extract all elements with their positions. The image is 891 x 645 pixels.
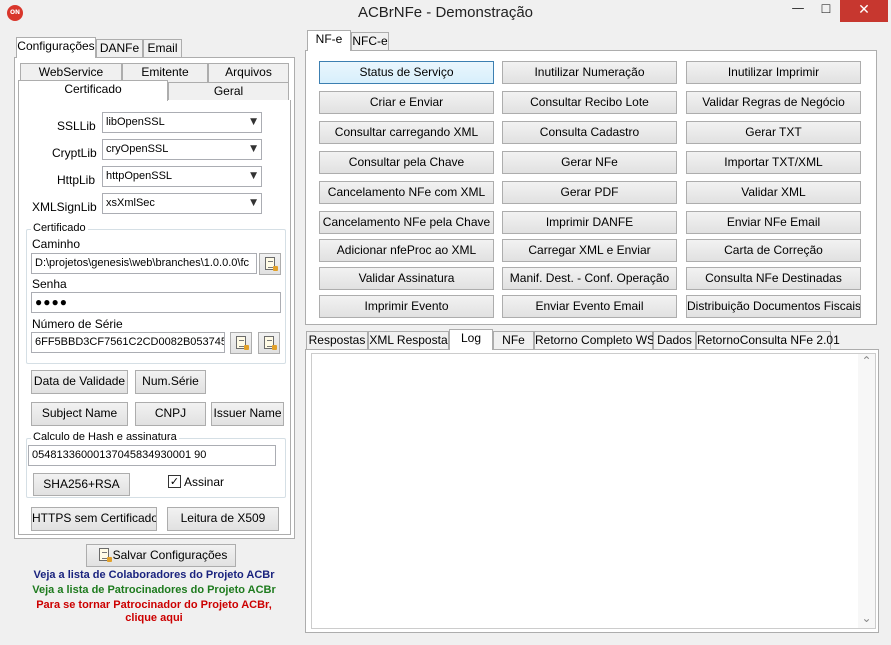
subject-name-button[interactable]: Subject Name xyxy=(31,402,128,426)
nfe-action-button[interactable]: Imprimir DANFE xyxy=(502,211,677,234)
certificado-group-title: Certificado xyxy=(31,222,88,234)
nfe-action-button[interactable]: Gerar PDF xyxy=(502,181,677,204)
hash-group-title: Calculo de Hash e assinatura xyxy=(31,431,179,443)
nfe-action-button[interactable]: Validar XML xyxy=(686,181,861,204)
document-icon xyxy=(264,336,277,350)
assinar-checkbox[interactable]: ✓ xyxy=(168,475,181,488)
httplib-value: httpOpenSSL xyxy=(106,170,173,182)
tab-xml-resposta[interactable]: XML Resposta xyxy=(368,331,449,350)
maximize-button[interactable]: ☐ xyxy=(812,0,840,22)
hash-input[interactable]: 05481336000137045834930001 90 xyxy=(28,445,276,466)
xmlsignlib-value: xsXmlSec xyxy=(106,197,155,209)
scroll-down-icon[interactable]: ⌄ xyxy=(858,611,875,627)
tornar-patrocinador-link[interactable]: Para se tornar Patrocinador do Projeto A… xyxy=(16,599,292,611)
tab-nfe-xml[interactable]: NFe xyxy=(493,331,534,350)
httplib-select[interactable]: httpOpenSSL ▼ xyxy=(102,166,262,187)
nfe-action-button[interactable]: Cancelamento NFe pela Chave xyxy=(319,211,494,234)
colaboradores-link[interactable]: Veja a lista de Colaboradores do Projeto… xyxy=(16,569,292,581)
salvar-configuracoes-button[interactable]: Salvar Configurações xyxy=(86,544,236,567)
tab-danfe[interactable]: DANFe xyxy=(96,39,143,58)
leitura-x509-button[interactable]: Leitura de X509 xyxy=(167,507,279,531)
cryptlib-label: CryptLib xyxy=(52,146,97,160)
nfe-action-button[interactable]: Gerar NFe xyxy=(502,151,677,174)
clique-aqui-link[interactable]: clique aqui xyxy=(16,612,292,624)
close-button[interactable]: ✕ xyxy=(840,0,888,22)
scroll-up-icon[interactable]: ⌃ xyxy=(858,354,875,370)
nfe-action-button[interactable]: Enviar Evento Email xyxy=(502,295,677,318)
nfe-action-button[interactable]: Consulta Cadastro xyxy=(502,121,677,144)
serie-label: Número de Série xyxy=(32,317,123,331)
nfe-action-button[interactable]: Manif. Dest. - Conf. Operação xyxy=(502,267,677,290)
window-title: ACBrNFe - Demonstração xyxy=(357,4,534,21)
subtab-certificado[interactable]: Certificado xyxy=(18,80,168,101)
chevron-down-icon: ▼ xyxy=(250,117,257,127)
issuer-name-button[interactable]: Issuer Name xyxy=(211,402,284,426)
select-cert-list-button[interactable] xyxy=(258,332,280,354)
nfe-action-button[interactable]: Enviar NFe Email xyxy=(686,211,861,234)
chevron-down-icon: ▼ xyxy=(250,198,257,208)
tab-retorno-completo[interactable]: Retorno Completo WS xyxy=(534,331,655,350)
cryptlib-value: cryOpenSSL xyxy=(106,143,169,155)
cnpj-button[interactable]: CNPJ xyxy=(135,402,206,426)
nfe-action-button[interactable]: Distribuição Documentos Fiscais xyxy=(686,295,861,318)
nfe-action-button[interactable]: Importar TXT/XML xyxy=(686,151,861,174)
nfe-action-button[interactable]: Validar Assinatura xyxy=(319,267,494,290)
chevron-down-icon: ▼ xyxy=(250,171,257,181)
tab-configuracoes[interactable]: Configurações xyxy=(16,37,96,58)
num-serie-button[interactable]: Num.Série xyxy=(135,370,206,394)
data-validade-button[interactable]: Data de Validade xyxy=(31,370,128,394)
tab-respostas[interactable]: Respostas xyxy=(306,331,368,350)
senha-input[interactable]: ●●●● xyxy=(31,292,281,313)
nfe-action-button[interactable]: Carta de Correção xyxy=(686,239,861,262)
nfe-action-button[interactable]: Carregar XML e Enviar xyxy=(502,239,677,262)
xmlsignlib-label: XMLSignLib xyxy=(32,200,97,214)
xmlsignlib-select[interactable]: xsXmlSec ▼ xyxy=(102,193,262,214)
serie-input[interactable]: 6FF5BBD3CF7561C2CD0082B0537453 xyxy=(31,332,225,353)
nfe-action-button[interactable]: Inutilizar Numeração xyxy=(502,61,677,84)
sha256-rsa-button[interactable]: SHA256+RSA xyxy=(33,473,130,496)
tab-email[interactable]: Email xyxy=(143,39,182,58)
httplib-label: HttpLib xyxy=(57,173,96,187)
nfe-action-button[interactable]: Consultar carregando XML xyxy=(319,121,494,144)
salvar-label: Salvar Configurações xyxy=(112,548,228,562)
tab-retorno-consulta[interactable]: RetornoConsulta NFe 2.01 xyxy=(696,331,840,350)
document-icon xyxy=(265,257,278,271)
chevron-down-icon: ▼ xyxy=(250,144,257,154)
https-sem-certificado-button[interactable]: HTTPS sem Certificado xyxy=(31,507,157,531)
select-cert-button[interactable] xyxy=(230,332,252,354)
log-scrollbar[interactable] xyxy=(858,354,875,628)
nfe-action-button[interactable]: Criar e Enviar xyxy=(319,91,494,114)
caminho-label: Caminho xyxy=(32,237,81,251)
tab-nfce[interactable]: NFC-e xyxy=(351,32,389,51)
minimize-button[interactable]: — xyxy=(784,0,812,22)
nfe-action-button[interactable]: Cancelamento NFe com XML xyxy=(319,181,494,204)
nfe-action-button[interactable]: Imprimir Evento xyxy=(319,295,494,318)
log-memo[interactable] xyxy=(311,353,876,629)
tab-nfe[interactable]: NF-e xyxy=(307,30,351,51)
ssllib-label: SSLLib xyxy=(57,119,96,133)
nfe-action-button[interactable]: Gerar TXT xyxy=(686,121,861,144)
senha-label: Senha xyxy=(32,277,67,291)
ssllib-select[interactable]: libOpenSSL ▼ xyxy=(102,112,262,133)
browse-file-button[interactable] xyxy=(259,253,281,275)
caminho-input[interactable]: D:\projetos\genesis\web\branches\1.0.0.0… xyxy=(31,253,257,274)
cryptlib-select[interactable]: cryOpenSSL ▼ xyxy=(102,139,262,160)
document-icon xyxy=(236,336,249,350)
nfe-action-button[interactable]: Consultar pela Chave xyxy=(319,151,494,174)
ssllib-value: libOpenSSL xyxy=(106,116,165,128)
assinar-label: Assinar xyxy=(184,475,225,489)
nfe-action-button[interactable]: Consulta NFe Destinadas xyxy=(686,267,861,290)
nfe-action-button[interactable]: Consultar Recibo Lote xyxy=(502,91,677,114)
save-icon xyxy=(99,548,112,562)
patrocinadores-link[interactable]: Veja a lista de Patrocinadores do Projet… xyxy=(16,584,292,596)
subtab-arquivos[interactable]: Arquivos xyxy=(208,63,289,82)
nfe-action-button[interactable]: Status de Serviço xyxy=(319,61,494,84)
tab-log[interactable]: Log xyxy=(449,329,493,350)
nfe-action-button[interactable]: Adicionar nfeProc ao XML xyxy=(319,239,494,262)
nfe-action-button[interactable]: Inutilizar Imprimir xyxy=(686,61,861,84)
subtab-geral[interactable]: Geral xyxy=(168,82,289,101)
tab-dados[interactable]: Dados xyxy=(653,331,696,350)
nfe-action-button[interactable]: Validar Regras de Negócio xyxy=(686,91,861,114)
